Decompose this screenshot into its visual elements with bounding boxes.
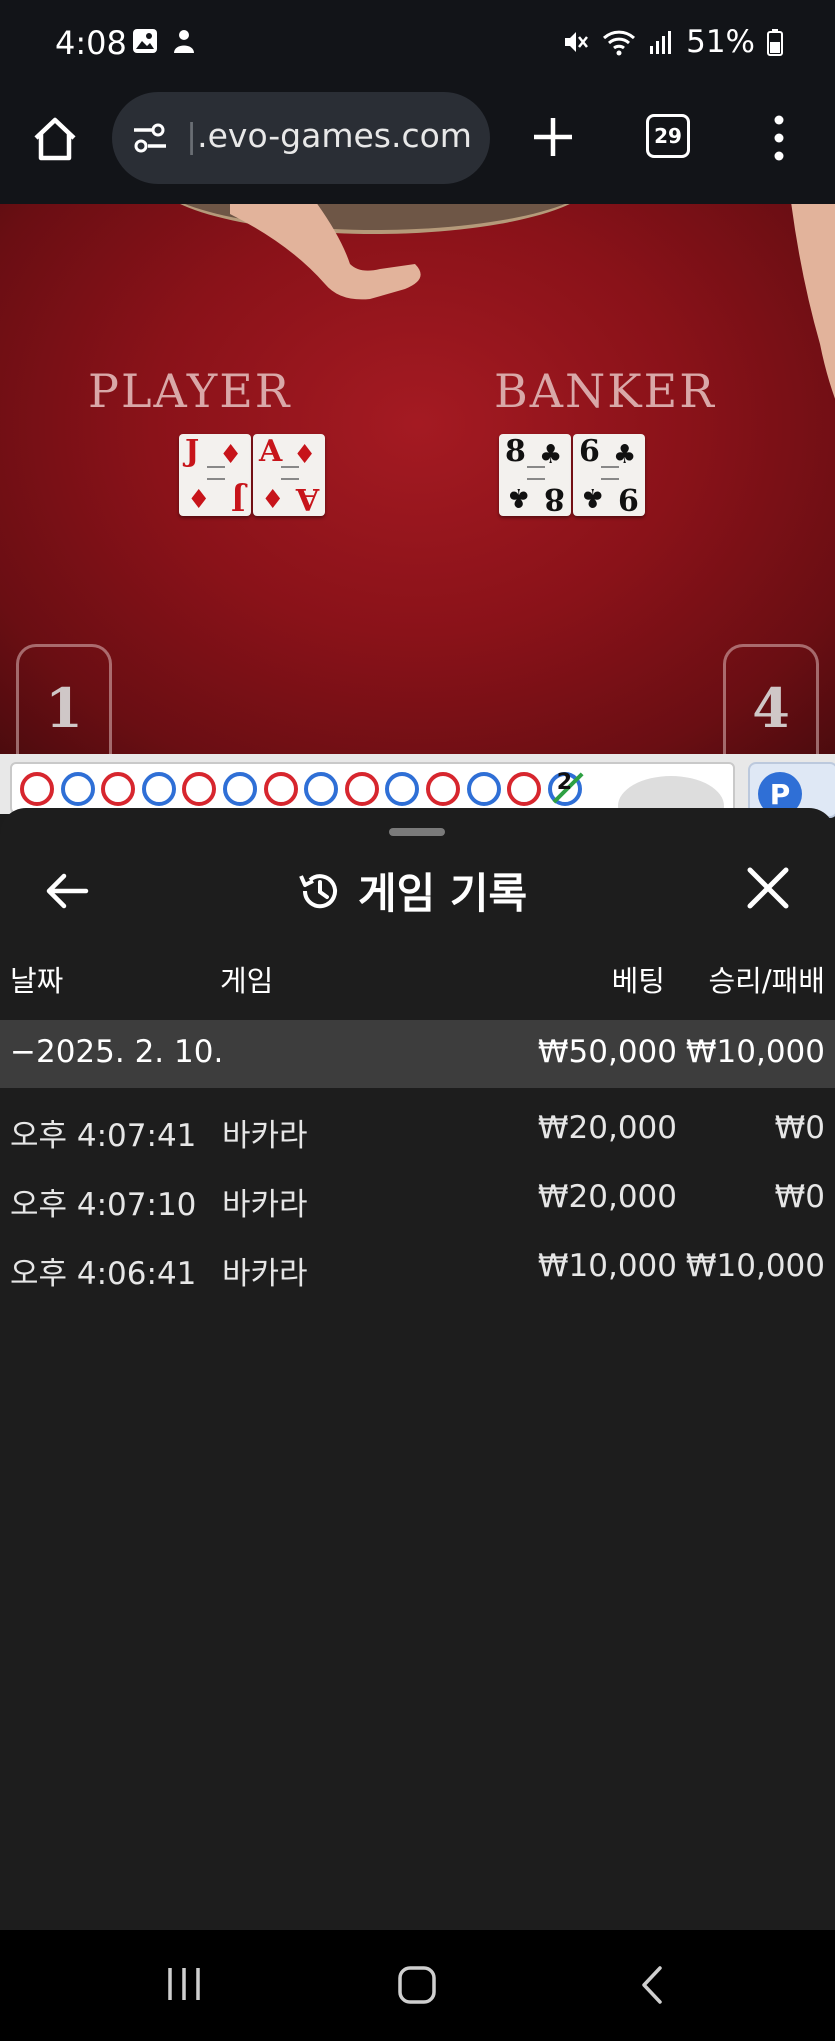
history-row[interactable]: 오후 4:07:10 바카라 ₩20,000 ₩0 xyxy=(0,1165,835,1233)
card-rank: 8 xyxy=(505,434,526,469)
card-suit: ♦ xyxy=(261,482,285,512)
site-settings-icon[interactable] xyxy=(130,118,170,158)
group-date: −2025. 2. 10. xyxy=(10,1034,224,1070)
player-bead xyxy=(141,772,176,806)
row-bet: ₩20,000 xyxy=(537,1179,677,1215)
battery-icon xyxy=(767,29,783,56)
row-time: 오후 4:06:41 xyxy=(10,1256,197,1292)
address-bar[interactable]: |.evo-games.com xyxy=(112,92,490,184)
player-card-2: A ♦ ♦ A xyxy=(253,434,325,516)
mute-icon xyxy=(565,32,589,52)
row-result: ₩0 xyxy=(774,1179,825,1215)
card-suit: ♦ xyxy=(187,482,211,512)
sheet-title: 게임 기록 xyxy=(296,860,527,921)
row-game: 바카라 xyxy=(222,1256,308,1292)
status-bar: 4:08 51% xyxy=(0,0,835,90)
banker-bead xyxy=(182,772,217,806)
player-bead xyxy=(385,772,420,806)
row-result: ₩0 xyxy=(774,1110,825,1146)
banker-bead xyxy=(507,772,542,806)
more-menu-icon[interactable] xyxy=(764,112,794,164)
player-card-1: J ♦ ♦ J xyxy=(179,434,251,516)
banker-bead xyxy=(344,772,379,806)
live-dealer-video: PLAYER BANKER J ♦ ♦ J A ♦ ♦ A 8 ♣ ♣ 8 6 … xyxy=(0,204,835,754)
history-row[interactable]: 오후 4:07:41 바카라 ₩20,000 ₩0 xyxy=(0,1096,835,1164)
banker-bead xyxy=(101,772,136,806)
title-text: 게임 기록 xyxy=(358,869,528,918)
new-tab-icon[interactable] xyxy=(530,114,576,160)
battery-percent: 51% xyxy=(686,24,755,60)
row-bet: ₩20,000 xyxy=(537,1110,677,1146)
sheet-handle[interactable] xyxy=(389,828,445,836)
dealer-hand xyxy=(230,204,421,300)
back-arrow-icon[interactable] xyxy=(42,866,92,916)
browser-toolbar: |.evo-games.com 29 xyxy=(0,90,835,204)
signal-icon xyxy=(650,31,672,54)
column-bet[interactable]: 베팅 xyxy=(612,958,665,1000)
card-suit: ♣ xyxy=(507,482,531,512)
banker-bead xyxy=(263,772,298,806)
card-rank: 9 xyxy=(618,481,639,516)
column-game[interactable]: 게임 xyxy=(220,958,273,1000)
card-rank: J xyxy=(230,481,245,516)
status-time: 4:08 xyxy=(55,24,127,62)
row-game: 바카라 xyxy=(222,1187,308,1223)
banker-card-1: 8 ♣ ♣ 8 xyxy=(499,434,571,516)
row-time: 오후 4:07:41 xyxy=(10,1118,197,1154)
history-icon xyxy=(299,873,337,908)
player-bead xyxy=(223,772,257,806)
group-result-total: ₩10,000 xyxy=(685,1034,825,1070)
row-bet: ₩10,000 xyxy=(537,1248,677,1284)
card-rank: 8 xyxy=(544,481,565,516)
banker-label: BANKER xyxy=(494,364,716,418)
date-group-row[interactable]: −2025. 2. 10. ₩50,000 ₩10,000 xyxy=(0,1020,835,1088)
group-bet-total: ₩50,000 xyxy=(537,1034,677,1070)
player-score: 1 xyxy=(16,644,112,754)
back-nav-icon[interactable] xyxy=(636,1964,666,2006)
banker-score: 4 xyxy=(723,644,819,754)
url-text[interactable]: |.evo-games.com xyxy=(186,116,486,155)
close-icon[interactable] xyxy=(744,864,792,912)
row-result: ₩10,000 xyxy=(685,1248,825,1284)
history-row[interactable]: 오후 4:06:41 바카라 ₩10,000 ₩10,000 xyxy=(0,1234,835,1302)
recent-apps-icon[interactable] xyxy=(164,1964,204,2004)
column-date[interactable]: 날짜 xyxy=(10,958,63,1000)
system-nav-bar xyxy=(0,1930,835,2041)
column-result[interactable]: 승리/패배 xyxy=(709,958,826,1000)
url-faded-prefix: | xyxy=(186,116,198,155)
player-bead xyxy=(60,772,95,806)
card-rank: J xyxy=(185,434,200,469)
banker-bead xyxy=(20,772,54,806)
person-notification-icon xyxy=(174,30,194,53)
dealer-arm xyxy=(791,204,835,399)
url-domain: .evo-games.com xyxy=(197,116,472,155)
banker-bead xyxy=(426,772,460,806)
tab-switcher-button[interactable]: 29 xyxy=(646,114,690,158)
wifi-icon xyxy=(603,30,636,56)
home-icon[interactable] xyxy=(30,114,80,164)
player-bead xyxy=(304,772,339,806)
player-label: PLAYER xyxy=(88,364,292,418)
row-game: 바카라 xyxy=(222,1118,308,1154)
card-rank: A xyxy=(295,481,319,516)
card-rank: 6 xyxy=(579,434,600,469)
card-rank: A xyxy=(259,434,283,469)
card-suit: ♣ xyxy=(581,482,605,512)
player-bead: 2 xyxy=(547,770,584,806)
tie-count: 2 xyxy=(556,770,573,795)
player-bead xyxy=(466,772,501,806)
gallery-icon xyxy=(133,29,157,53)
game-history-sheet: 게임 기록 날짜 게임 베팅 승리/패배 −2025. 2. 10. ₩50,0… xyxy=(0,808,835,1930)
banker-card-2: 6 ♣ ♣ 9 xyxy=(573,434,645,516)
home-nav-icon[interactable] xyxy=(396,1964,438,2006)
row-time: 오후 4:07:10 xyxy=(10,1187,197,1223)
